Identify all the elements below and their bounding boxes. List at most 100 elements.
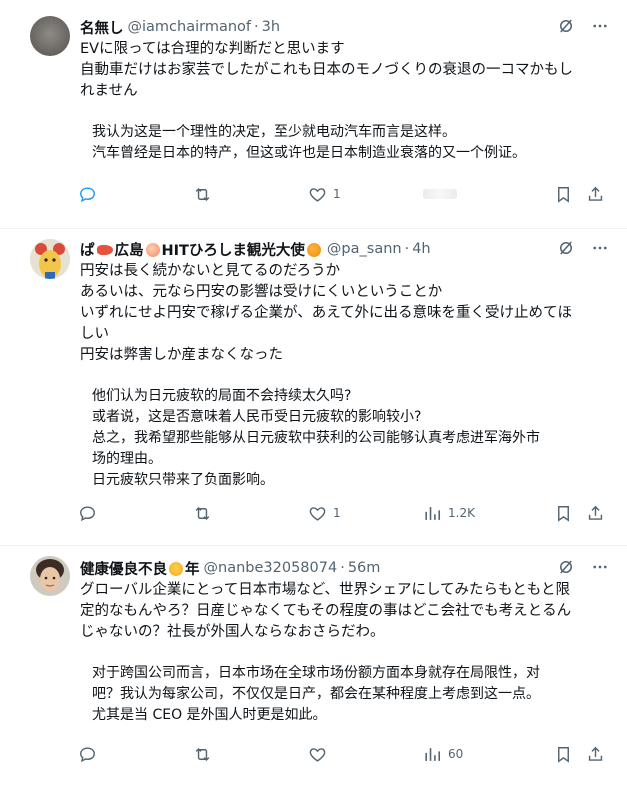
bookmark-icon <box>558 746 569 763</box>
like-button[interactable]: 1 <box>308 185 341 204</box>
share-button[interactable] <box>586 745 605 764</box>
views-button[interactable]: 1.2K <box>423 504 475 523</box>
post-text: EVに限っては合理的な判断だと思います 自動車だけはお家芸でしたがこれも日本のモ… <box>80 39 609 102</box>
timestamp[interactable]: 56m <box>348 560 381 576</box>
repost-icon <box>195 506 210 520</box>
text-line: 定的なもんやろ？日産じゃなくてもその程度の事はどこ会社でも考えとるん <box>80 603 572 619</box>
share-button[interactable] <box>586 185 605 204</box>
translation-line: 他们认为日元疲软的局面不会持续太久吗? <box>92 388 352 404</box>
repost-icon <box>195 747 210 761</box>
reply-icon <box>80 746 95 762</box>
like-button[interactable] <box>308 745 333 764</box>
name-part: 広島 <box>114 242 144 259</box>
heart-icon <box>309 187 326 202</box>
text-line: あるいは、元なら円安の影響は受けにくいということか <box>80 284 443 300</box>
text-line: EVに限っては合理的な判断だと思います <box>80 41 345 57</box>
bookmark-button[interactable] <box>554 745 573 764</box>
share-icon <box>588 505 603 520</box>
more-icon[interactable] <box>591 17 609 39</box>
translation-line: 总之，我希望那些能够从日元疲软中获利的公司能够认真考虑进军海外市 <box>92 430 540 446</box>
post-text: グローバル企業にとって日本市場など、世界シェアにしてみたらもともと限 定的なもん… <box>80 580 609 643</box>
smiling-emoji-icon <box>169 561 183 576</box>
bookmark-icon <box>558 505 569 522</box>
timestamp[interactable]: 4h <box>412 241 430 257</box>
translation-line: 日元疲软只带来了负面影响。 <box>92 472 274 488</box>
bookmark-button[interactable] <box>554 504 573 523</box>
separator-dot: · <box>340 560 345 576</box>
display-name[interactable]: ぱ 広島 HITひろしま観光大使 <box>80 239 323 260</box>
post-1: 名無し @iamchairmanof · 3h EVに限っては合理的な判断だと思… <box>0 0 627 229</box>
views-count: 60 <box>448 747 464 761</box>
translation-line: 尤其是当 CEO 是外国人时更是如此。 <box>92 707 327 723</box>
share-button[interactable] <box>586 504 605 523</box>
separator-dot: · <box>254 19 259 35</box>
repost-button[interactable] <box>193 745 218 764</box>
heart-icon <box>309 747 326 762</box>
like-count: 1 <box>333 187 341 201</box>
text-line: じゃないの？社長が外国人ならなおさらだわ。 <box>80 624 385 640</box>
heart-icon <box>309 506 326 521</box>
text-line: れません <box>80 83 138 99</box>
peach-emoji-icon <box>145 242 160 257</box>
views-button[interactable]: 60 <box>423 745 463 764</box>
translation-line: 吧？我认为每家公司，不仅仅是日产，都会在某种程度上考虑到这一点。 <box>92 686 540 702</box>
repost-icon <box>195 187 210 201</box>
translation: 我认为这是一个理性的决定，至少就电动汽车而言是这样。 汽车曾经是日本的特产，但这… <box>80 122 609 164</box>
views-count: 1.2K <box>448 506 475 520</box>
views-button[interactable] <box>423 189 463 199</box>
share-icon <box>588 186 603 201</box>
bookmark-icon <box>558 186 569 203</box>
post-2: ぱ 広島 HITひろしま観光大使 @pa_sann · 4h 円安は長く続かないと見… <box>0 229 627 546</box>
avatar[interactable] <box>30 16 70 56</box>
more-icon[interactable] <box>591 239 609 261</box>
views-chart-icon <box>425 506 441 520</box>
display-name[interactable]: 健康優良不良 年 <box>80 558 200 579</box>
views-blurred-icon <box>423 189 457 199</box>
avatar[interactable] <box>30 556 70 596</box>
translation-line: 或者说，这是否意味着人民币受日元疲软的影响较小? <box>92 409 422 425</box>
post-header: 名無し @iamchairmanof · 3h <box>80 17 609 37</box>
translation: 对于跨国公司而言，日本市场在全球市场份额方面本身就存在局限性，对 吧？我认为每家… <box>80 663 609 726</box>
text-line: グローバル企業にとって日本市場など、世界シェアにしてみたらもともと限 <box>80 582 570 598</box>
share-icon <box>588 746 603 761</box>
avatar-image <box>30 239 70 279</box>
text-line: 自動車だけはお家芸でしたがこれも日本のモノづくりの衰退の一コマかもし <box>80 62 573 78</box>
text-line: 円安は長く続かないと見てるのだろうか <box>80 263 341 279</box>
like-button[interactable]: 1 <box>308 504 341 523</box>
display-name[interactable]: 名無し <box>80 17 124 38</box>
grok-icon[interactable] <box>557 17 575 39</box>
translation: 他们认为日元疲软的局面不会持续太久吗? 或者说，这是否意味着人民币受日元疲软的影… <box>80 386 609 491</box>
translation-line: 汽车曾经是日本的特产，但这或许也是日本制造业衰落的又一个例证。 <box>92 145 526 161</box>
reply-button[interactable] <box>78 745 103 764</box>
bookmark-button[interactable] <box>554 185 573 204</box>
repost-button[interactable] <box>193 185 218 204</box>
reply-button[interactable] <box>78 504 103 523</box>
text-line: いずれにせよ円安で稼げる企業が、あえて外に出る意味を重く受け止めてほ <box>80 305 572 321</box>
grok-icon[interactable] <box>557 239 575 261</box>
name-part: 健康優良不良 <box>80 561 167 578</box>
name-part: HITひろしま観光大使 <box>161 242 305 259</box>
timestamp[interactable]: 3h <box>262 19 280 35</box>
reply-icon <box>80 505 95 521</box>
avatar[interactable] <box>30 239 70 279</box>
text-line: 円安は弊害しか産まなくなった <box>80 347 283 363</box>
repost-button[interactable] <box>193 504 218 523</box>
translation-line: 场的理由。 <box>92 451 162 467</box>
grok-icon[interactable] <box>557 558 575 580</box>
shrimp-emoji-icon <box>96 244 113 255</box>
user-handle[interactable]: @iamchairmanof <box>128 19 252 35</box>
like-count: 1 <box>333 506 341 520</box>
translation-line: 对于跨国公司而言，日本市场在全球市场份额方面本身就存在局限性，对 <box>92 665 540 681</box>
post-header: ぱ 広島 HITひろしま観光大使 @pa_sann · 4h <box>80 239 609 259</box>
user-handle[interactable]: @nanbe32058074 <box>204 560 338 576</box>
translation-line: 我认为这是一个理性的决定，至少就电动汽车而言是这样。 <box>92 124 456 140</box>
separator-dot: · <box>404 241 410 257</box>
post-header: 健康優良不良 年 @nanbe32058074 · 56m <box>80 558 609 578</box>
user-handle[interactable]: @pa_sann <box>327 241 402 257</box>
name-part: 年 <box>185 561 200 578</box>
reply-icon <box>80 186 95 202</box>
post-3: 健康優良不良 年 @nanbe32058074 · 56m グローバル企業にとって… <box>0 546 627 790</box>
text-line: しい <box>80 326 109 342</box>
more-icon[interactable] <box>591 558 609 580</box>
reply-button[interactable] <box>78 185 103 204</box>
